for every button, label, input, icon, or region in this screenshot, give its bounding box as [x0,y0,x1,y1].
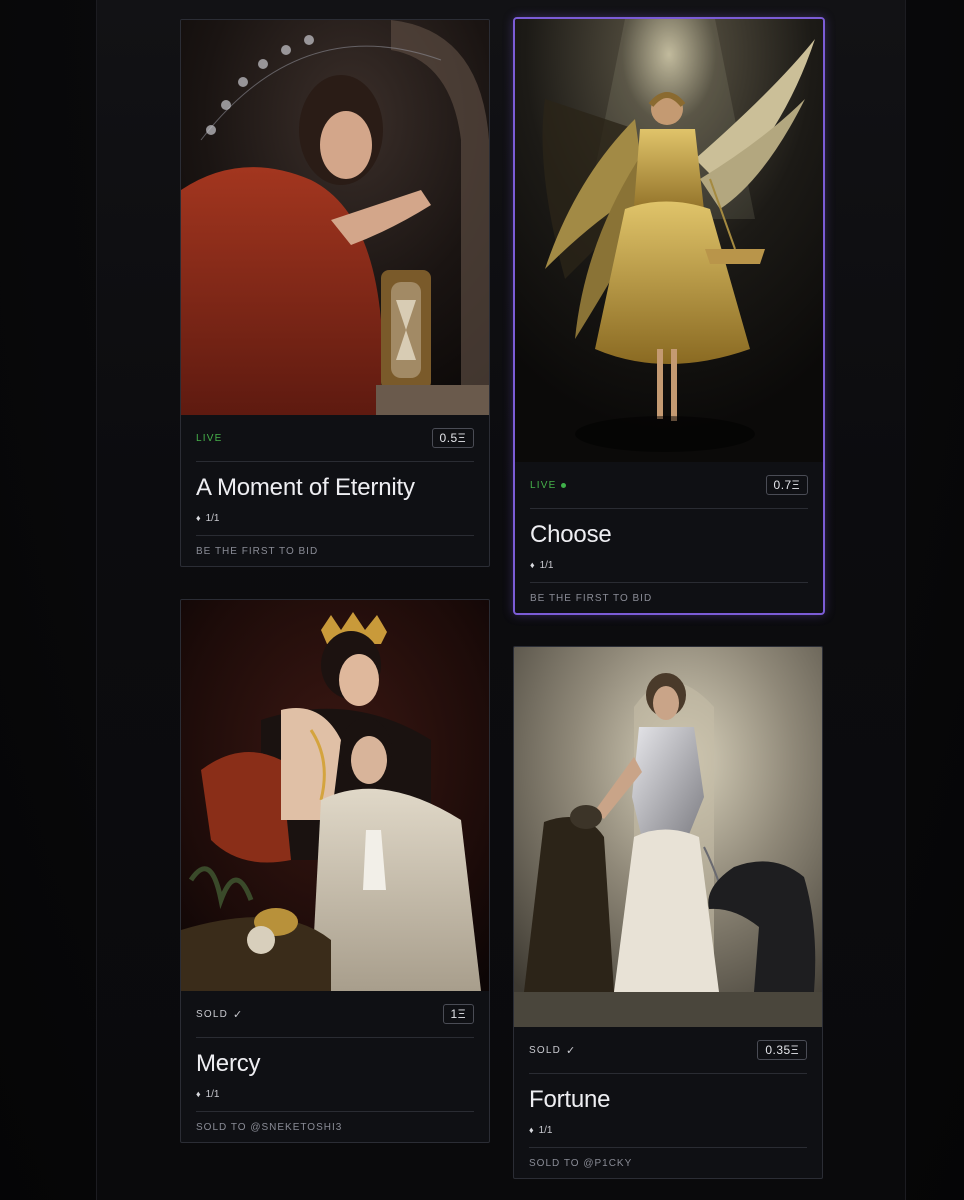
bid-status: BE THE FIRST TO BID [196,535,474,566]
card-status-row: LIVE 0.7Ξ [530,462,808,509]
gallery-panel: LIVE 0.5Ξ A Moment of Eternity ♦ 1/1 BE … [96,0,906,1200]
ethereum-icon: ♦ [529,1125,534,1135]
edition-info: ♦ 1/1 [529,1123,807,1137]
card-info: SOLD ✓ 1Ξ Mercy ♦ 1/1 SOLD TO @SNEKETOSH… [181,991,489,1142]
edition-info: ♦ 1/1 [530,558,808,572]
status-label: LIVE [196,432,223,444]
edition-info: ♦ 1/1 [196,511,474,525]
silver-woman-hounds-artwork-icon [514,647,822,1027]
woman-hourglass-artwork-icon [181,20,489,415]
ethereum-icon: ♦ [196,1089,201,1099]
artwork-image[interactable] [514,647,822,1027]
status-label: LIVE [530,479,557,491]
artwork-title[interactable]: Choose [530,521,808,549]
artwork-card[interactable]: LIVE 0.5Ξ A Moment of Eternity ♦ 1/1 BE … [180,19,490,567]
artwork-title[interactable]: A Moment of Eternity [196,474,474,502]
artwork-image[interactable] [181,600,489,991]
status-badge: SOLD ✓ [529,1044,576,1057]
page: LIVE 0.5Ξ A Moment of Eternity ♦ 1/1 BE … [0,0,964,1200]
card-status-row: SOLD ✓ 0.35Ξ [529,1027,807,1074]
ethereum-icon: ♦ [196,513,201,523]
check-icon: ✓ [233,1008,244,1021]
sold-to-info[interactable]: SOLD TO @SNEKETOSHI3 [196,1111,474,1142]
status-badge: SOLD ✓ [196,1008,243,1021]
artwork-card-selected[interactable]: LIVE 0.7Ξ Choose ♦ 1/1 BE THE FIRST TO B… [513,17,825,615]
edition-label: 1/1 [205,1088,220,1100]
artwork-card[interactable]: SOLD ✓ 1Ξ Mercy ♦ 1/1 SOLD TO @SNEKETOSH… [180,599,490,1143]
live-dot-icon [561,482,567,488]
status-badge: LIVE [196,433,222,444]
status-label: SOLD [196,1008,229,1020]
edition-label: 1/1 [539,559,554,571]
edition-label: 1/1 [538,1124,553,1136]
price-badge[interactable]: 0.7Ξ [765,475,808,495]
card-info: SOLD ✓ 0.35Ξ Fortune ♦ 1/1 SOLD TO @P1CK… [514,1027,822,1178]
artwork-title[interactable]: Mercy [196,1050,474,1078]
artwork-title[interactable]: Fortune [529,1086,807,1114]
ethereum-icon: ♦ [530,560,535,570]
edition-label: 1/1 [205,512,220,524]
card-status-row: SOLD ✓ 1Ξ [196,991,474,1038]
artwork-image[interactable] [181,20,489,415]
artwork-image[interactable] [515,19,823,462]
check-icon: ✓ [566,1044,577,1057]
status-label: SOLD [529,1044,562,1056]
price-badge[interactable]: 1Ξ [442,1004,474,1024]
card-info: LIVE 0.7Ξ Choose ♦ 1/1 BE THE FIRST TO B… [515,462,823,613]
price-badge[interactable]: 0.35Ξ [757,1040,807,1060]
price-badge[interactable]: 0.5Ξ [431,428,474,448]
queen-embracing-artwork-icon [181,600,489,991]
sold-to-info[interactable]: SOLD TO @P1CKY [529,1147,807,1178]
artwork-card[interactable]: SOLD ✓ 0.35Ξ Fortune ♦ 1/1 SOLD TO @P1CK… [513,646,823,1179]
card-info: LIVE 0.5Ξ A Moment of Eternity ♦ 1/1 BE … [181,415,489,566]
status-badge: LIVE [530,479,567,491]
bid-status: BE THE FIRST TO BID [530,582,808,613]
card-status-row: LIVE 0.5Ξ [196,415,474,462]
golden-angel-artwork-icon [515,19,823,462]
edition-info: ♦ 1/1 [196,1087,474,1101]
